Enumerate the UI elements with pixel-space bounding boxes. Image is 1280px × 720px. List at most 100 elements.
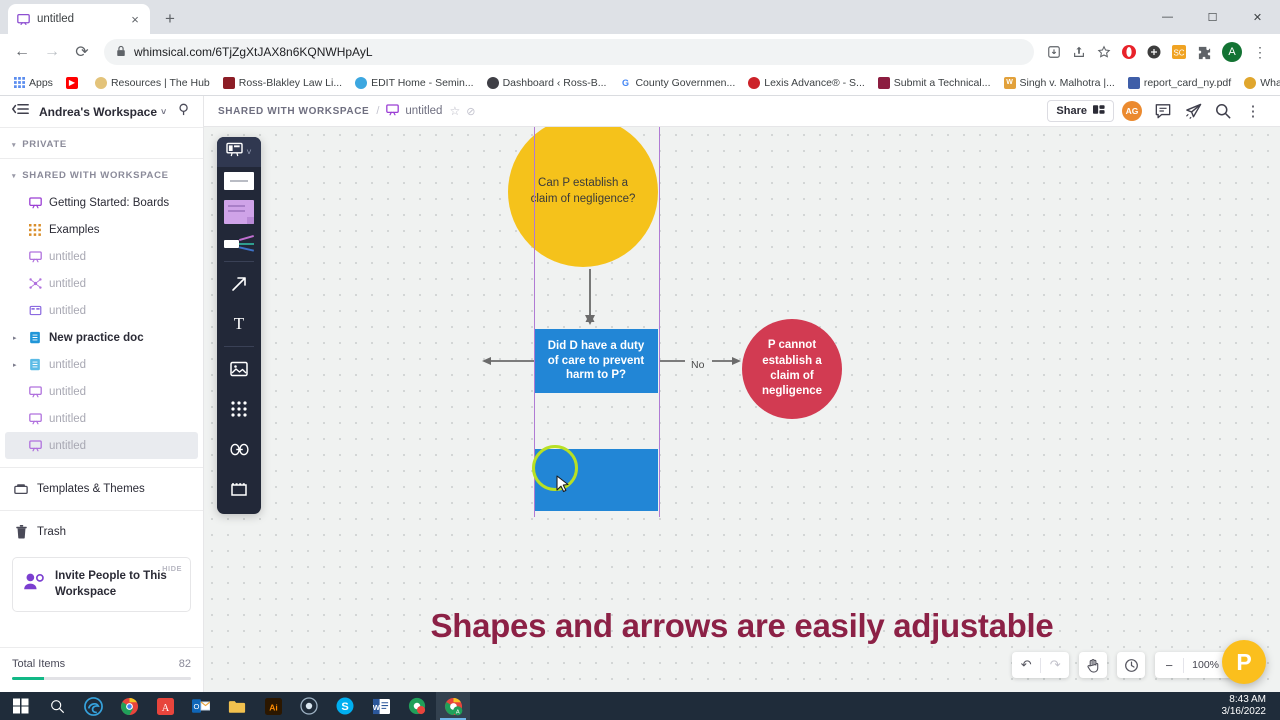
minimize-button[interactable]: —	[1145, 0, 1190, 34]
workspace-selector[interactable]: Andrea's Workspace ˅	[39, 105, 168, 119]
whiteboard-canvas[interactable]: ˅ T Can P establish a claim of negligenc…	[204, 127, 1280, 692]
sidebar-section-private[interactable]: ▾ PRIVATE	[0, 128, 203, 159]
palette-tool-sticky-white[interactable]	[217, 167, 261, 195]
chrome-app-icon[interactable]	[400, 692, 434, 720]
palette-tool-mindmap[interactable]	[217, 229, 261, 259]
back-button[interactable]: ←	[8, 38, 36, 66]
sidebar-item-new-practice-doc[interactable]: ▸ New practice doc	[0, 324, 203, 351]
bookmark-label: Resources | The Hub	[110, 76, 210, 89]
bookmark-lexis-advance[interactable]: Lexis Advance® - S...	[743, 75, 870, 91]
redo-button[interactable]: ↷	[1041, 652, 1069, 678]
puzzle-extensions-icon[interactable]	[1192, 40, 1216, 64]
sidebar-item-untitled-2[interactable]: untitled	[0, 270, 203, 297]
sidebar-item-templates-themes[interactable]: Templates & Themes	[0, 472, 203, 506]
breadcrumb-file[interactable]: untitled	[386, 103, 442, 119]
bookmark-report-card[interactable]: report_card_ny.pdf	[1123, 75, 1236, 91]
hide-invite-card-button[interactable]: HIDE	[162, 564, 182, 573]
send-icon[interactable]	[1180, 98, 1206, 124]
edge-icon[interactable]	[76, 692, 110, 720]
pan-tool-button[interactable]	[1079, 652, 1108, 678]
maximize-button[interactable]: ☐	[1190, 0, 1235, 34]
forward-button[interactable]: →	[38, 38, 66, 66]
invite-people-card[interactable]: HIDE Invite People to This Workspace	[12, 557, 191, 613]
bookmark-county-government[interactable]: G County Governmen...	[614, 75, 740, 91]
skype-icon[interactable]: S	[328, 692, 362, 720]
palette-tool-text[interactable]: T	[217, 304, 261, 344]
palette-mode-selector[interactable]: ˅	[217, 137, 261, 167]
shape-no-outcome[interactable]: P cannot establish a claim of negligence	[742, 319, 842, 419]
chrome-active-icon[interactable]: A	[436, 692, 470, 720]
chevron-right-icon[interactable]: ▸	[13, 334, 17, 342]
install-icon[interactable]	[1042, 40, 1066, 64]
new-tab-button[interactable]: +	[156, 5, 184, 33]
illustrator-icon[interactable]: Ai	[256, 692, 290, 720]
zoom-out-button[interactable]: −	[1155, 652, 1183, 678]
share-button[interactable]: Share	[1047, 100, 1114, 122]
sidebar-item-untitled-4[interactable]: ▸ untitled	[0, 351, 203, 378]
sc-extension-icon[interactable]: SC	[1167, 40, 1191, 64]
search-icon[interactable]	[1210, 98, 1236, 124]
tab-close-icon[interactable]: ×	[128, 13, 142, 26]
palette-tool-sticky-purple[interactable]	[217, 195, 261, 229]
shape-decision-root[interactable]: Can P establish a claim of negligence?	[508, 127, 658, 267]
taskbar-clock[interactable]: 8:43 AM 3/16/2022	[1222, 694, 1277, 719]
reload-button[interactable]: ⟳	[68, 38, 96, 66]
share-icon[interactable]	[1067, 40, 1091, 64]
edge-label-no[interactable]: No	[691, 359, 704, 371]
help-chat-fab[interactable]: P	[1222, 640, 1266, 684]
word-icon[interactable]: W	[364, 692, 398, 720]
bookmark-submit-technical[interactable]: Submit a Technical...	[873, 75, 996, 91]
record-icon[interactable]	[292, 692, 326, 720]
profile-avatar[interactable]: A	[1222, 42, 1242, 62]
address-bar[interactable]: whimsical.com/6TjZgXtJAX8n6KQNWHpAyL	[104, 39, 1034, 65]
bookmark-ross-blakley[interactable]: Ross-Blakley Law Li...	[218, 75, 347, 91]
history-button[interactable]	[1117, 652, 1146, 678]
bookmark-youtube[interactable]: ▶	[61, 75, 87, 91]
shape-duty-question[interactable]: Did D have a duty of care to prevent har…	[534, 329, 658, 393]
sidebar-item-untitled-5[interactable]: untitled	[0, 378, 203, 405]
outlook-icon[interactable]: O	[184, 692, 218, 720]
palette-tool-arrow[interactable]	[217, 264, 261, 304]
templates-icon	[14, 482, 28, 496]
palette-tool-link[interactable]	[217, 429, 261, 469]
sidebar-section-shared[interactable]: ▾ SHARED WITH WORKSPACE	[0, 159, 203, 189]
sidebar-item-untitled-1[interactable]: untitled	[0, 243, 203, 270]
bookmark-edit-home[interactable]: EDIT Home - Semin...	[350, 75, 479, 91]
bookmark-dashboard[interactable]: Dashboard ‹ Ross-B...	[482, 75, 612, 91]
undo-button[interactable]: ↶	[1012, 652, 1040, 678]
sidebar-item-untitled-3[interactable]: untitled	[0, 297, 203, 324]
sidebar-item-getting-started[interactable]: Getting Started: Boards	[0, 189, 203, 216]
collapse-sidebar-icon[interactable]	[12, 102, 29, 121]
zoom-level-label[interactable]: 100%	[1184, 659, 1227, 671]
opera-extension-icon[interactable]	[1117, 40, 1141, 64]
palette-tool-shapes[interactable]	[217, 389, 261, 429]
start-button[interactable]	[4, 692, 38, 720]
breadcrumb-root[interactable]: SHARED WITH WORKSPACE	[218, 106, 369, 117]
palette-tool-image[interactable]	[217, 349, 261, 389]
bookmark-what-to-expect[interactable]: What to expect on t...	[1239, 75, 1280, 91]
sidebar-item-untitled-7-selected[interactable]: untitled	[5, 432, 198, 459]
chrome-menu-icon[interactable]: ⋮	[1248, 40, 1272, 64]
sidebar-item-untitled-6[interactable]: untitled	[0, 405, 203, 432]
browser-tab[interactable]: untitled ×	[8, 4, 150, 34]
chrome-icon[interactable]	[112, 692, 146, 720]
sidebar-search-icon[interactable]	[178, 103, 191, 121]
close-window-button[interactable]: ✕	[1235, 0, 1280, 34]
sidebar-item-trash[interactable]: Trash	[0, 515, 203, 549]
bookmark-star-icon[interactable]	[1092, 40, 1116, 64]
canvas-banner-text[interactable]: Shapes and arrows are easily adjustable	[204, 607, 1280, 645]
search-icon[interactable]	[40, 692, 74, 720]
more-options-icon[interactable]: ⋮	[1240, 98, 1266, 124]
avatar[interactable]: AG	[1122, 101, 1142, 121]
bookmark-apps[interactable]: Apps	[8, 75, 58, 91]
file-explorer-icon[interactable]	[220, 692, 254, 720]
favorite-star-icon[interactable]: ☆	[449, 104, 460, 118]
acrobat-icon[interactable]: A	[148, 692, 182, 720]
comment-icon[interactable]	[1150, 98, 1176, 124]
bookmark-singh-malhotra[interactable]: W Singh v. Malhotra |...	[999, 75, 1120, 91]
bookmark-resources-hub[interactable]: Resources | The Hub	[90, 75, 215, 91]
chevron-right-icon[interactable]: ▸	[13, 361, 17, 369]
sidebar-item-examples[interactable]: Examples	[0, 216, 203, 243]
grammar-extension-icon[interactable]	[1142, 40, 1166, 64]
palette-tool-frame[interactable]	[217, 469, 261, 509]
